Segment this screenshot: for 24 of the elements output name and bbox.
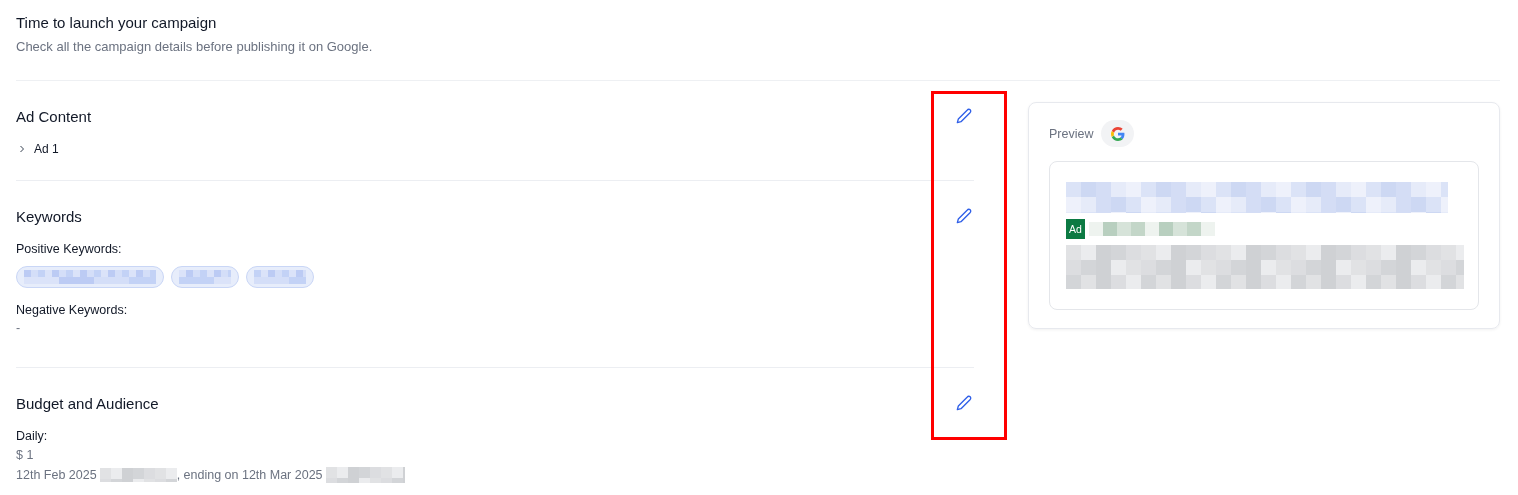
ad-row[interactable]: Ad 1: [16, 142, 59, 156]
section-title: Ad Content: [16, 107, 92, 125]
positive-keywords-label: Positive Keywords:: [16, 242, 123, 256]
pencil-icon: [956, 395, 972, 411]
budget-value: $ 1: [16, 448, 35, 462]
budget-label: Daily:: [16, 429, 49, 443]
pencil-icon: [956, 108, 972, 124]
edit-button[interactable]: [954, 393, 974, 413]
redacted-text: [254, 270, 306, 284]
edit-button[interactable]: [954, 206, 974, 226]
redacted-text: [179, 270, 231, 284]
negative-keywords-value: -: [16, 321, 22, 335]
negative-keywords-label: Negative Keywords:: [16, 303, 129, 317]
page-subtitle: Check all the campaign details before publishing it on Google.: [16, 39, 374, 54]
end-date: , ending on 12th Mar 2025: [176, 468, 323, 482]
page-title: Time to launch your campaign: [16, 14, 218, 31]
preview-label: Preview: [1049, 126, 1094, 141]
edit-button[interactable]: [954, 106, 974, 126]
start-date: 12th Feb 2025: [16, 468, 97, 482]
google-logo-icon: [1110, 126, 1125, 141]
section-title: Keywords: [16, 207, 82, 225]
pencil-icon: [956, 208, 972, 224]
ad-badge: Ad: [1066, 219, 1085, 239]
section-title: Budget and Audience: [16, 394, 159, 412]
